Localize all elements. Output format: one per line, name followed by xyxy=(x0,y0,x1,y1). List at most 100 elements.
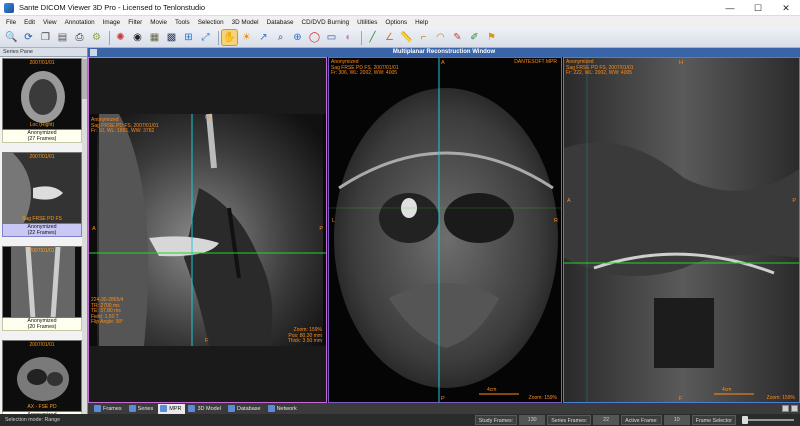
mpr-title: Multiplanar Reconstruction Window xyxy=(392,49,496,55)
series-preview xyxy=(3,153,81,223)
menu-bar: File Edit View Annotation Image Filter Movie To… xyxy=(0,16,800,28)
menu-edit[interactable]: Edit xyxy=(24,19,35,26)
tab-database[interactable]: Database xyxy=(226,404,265,414)
menu-database[interactable]: Database xyxy=(267,19,294,26)
roi-tool-button[interactable]: ◯ xyxy=(307,30,322,45)
ruler-tool-button[interactable]: 📏 xyxy=(399,30,414,45)
viewport-coronal-overlay: Anonymized Sag FRSE PD FS, 2007/01/01 Fr: … xyxy=(566,59,634,77)
mpr-window: Multiplanar Reconstruction Window Anonym… xyxy=(88,48,800,414)
stamp-tool-button[interactable]: ⚑ xyxy=(484,30,499,45)
protractor-tool-button[interactable]: ◠ xyxy=(433,30,448,45)
tab-label: Network xyxy=(276,405,297,412)
layout-tool-button[interactable]: ⊞ xyxy=(181,30,196,45)
minimize-button[interactable]: — xyxy=(716,0,744,16)
menu-view[interactable]: View xyxy=(43,19,57,26)
selection-mode: Selection mode: Range xyxy=(5,417,61,423)
tab-network[interactable]: Network xyxy=(266,404,301,414)
menu-movie[interactable]: Movie xyxy=(150,19,167,26)
series-thumbnail[interactable]: 2007/01/01AX - FSE PDAnonymized(24 Frame… xyxy=(2,340,82,425)
menu-help[interactable]: Help xyxy=(415,19,428,26)
menu-tools[interactable]: Tools xyxy=(175,19,190,26)
hand-tool-button[interactable]: ✋ xyxy=(221,29,238,46)
layout-icon: ⊞ xyxy=(184,31,193,43)
annotation-tool-button[interactable]: ✐ xyxy=(467,30,482,45)
series-date: 2007/01/01 xyxy=(29,248,55,254)
zoom-tool-button[interactable]: ⊕ xyxy=(290,30,305,45)
series-preview xyxy=(21,71,65,123)
scrollbar-thumb[interactable] xyxy=(82,59,87,99)
menu-annotation[interactable]: Annotation xyxy=(65,19,95,26)
fit-icon: ⤢ xyxy=(201,31,210,43)
color-tool-button[interactable]: ◐ xyxy=(341,30,356,45)
tab-series[interactable]: Series xyxy=(127,404,158,414)
fit-tool-button[interactable]: ⤢ xyxy=(198,30,213,45)
orientation-left: A xyxy=(92,226,96,232)
database-icon xyxy=(228,405,236,412)
frame-selector-slider[interactable] xyxy=(742,416,794,424)
zoom-in-tool-button[interactable]: 🔍 xyxy=(4,30,19,45)
angle-tool-button[interactable]: ∠ xyxy=(382,30,397,45)
layout-single-icon[interactable] xyxy=(782,405,789,412)
menu-3d-model[interactable]: 3D Model xyxy=(232,19,259,26)
probe-tool-button[interactable]: ✎ xyxy=(450,30,465,45)
line-tool-button[interactable]: ╱ xyxy=(365,30,380,45)
3d-model-icon xyxy=(188,405,196,412)
close-button[interactable]: ✕ xyxy=(772,0,800,16)
rectangle-tool-button[interactable]: ▭ xyxy=(324,30,339,45)
viewport-axial-overlay: Anonymized Sag FRSE PD FS, 2007/01/01 Fr: … xyxy=(331,59,399,77)
maximize-button[interactable]: ☐ xyxy=(744,0,772,16)
grid-tool-button[interactable]: ▩ xyxy=(164,30,179,45)
viewport-coronal[interactable]: Anonymized Sag FRSE PD FS, 2007/01/01 Fr: … xyxy=(563,57,800,403)
orientation-right: R xyxy=(554,218,558,224)
settings-icon: ⚙ xyxy=(92,31,101,43)
pin-icon[interactable] xyxy=(90,49,97,56)
brightness-tool-button[interactable]: ☀ xyxy=(239,30,254,45)
toolbar-separator xyxy=(109,30,110,45)
slider-thumb[interactable] xyxy=(742,416,748,424)
status-bar: Selection mode: Range Study Frames: 130 Se… xyxy=(0,414,800,426)
rotate-tool-button[interactable]: ⟳ xyxy=(21,30,36,45)
viewport-axial-scale: 4cm xyxy=(487,387,497,393)
brain-icon: ✺ xyxy=(116,31,125,43)
annotation-icon: ✐ xyxy=(470,31,479,43)
menu-cd-dvd-burning[interactable]: CD/DVD Burning xyxy=(302,19,350,26)
menu-file[interactable]: File xyxy=(6,19,16,26)
layout-split-icon[interactable] xyxy=(791,405,798,412)
menu-image[interactable]: Image xyxy=(103,19,121,26)
print-tool-button[interactable]: ⎙ xyxy=(72,30,87,45)
menu-utilities[interactable]: Utilities xyxy=(357,19,377,26)
copy-tool-button[interactable]: ❐ xyxy=(38,30,53,45)
menu-options[interactable]: Options xyxy=(385,19,407,26)
magnify-tool-button[interactable]: ⌕ xyxy=(273,30,288,45)
series-frames: (22 Frames) xyxy=(27,230,57,237)
menu-filter[interactable]: Filter xyxy=(128,19,142,26)
cobb-tool-button[interactable]: ⌐ xyxy=(416,30,431,45)
roi-icon: ◯ xyxy=(308,31,321,43)
series-caption: Anonymized (22 Frames) xyxy=(2,224,82,237)
cine-tool-button[interactable]: ▦ xyxy=(147,30,162,45)
magnify-icon: ⌕ xyxy=(277,31,284,43)
series-pane-scrollbar[interactable] xyxy=(82,57,87,414)
eye-tool-button[interactable]: ◉ xyxy=(130,30,145,45)
series-thumbnail[interactable]: 2007/01/01 Loc (Right) Anonymized (27 Frame… xyxy=(2,58,82,143)
frame-selector-label: Frame Selector xyxy=(691,415,736,425)
series-thumbnail[interactable]: 2007/01/01 Anonymized (20 Frames) xyxy=(2,246,82,331)
hand-icon: ✋ xyxy=(223,31,236,43)
series-preview xyxy=(11,247,75,317)
viewport-sagittal-zoom: Zoom: 159% Pos: 80.30 mm Thick: 3.50 mm xyxy=(288,327,322,345)
grid-icon: ▩ xyxy=(166,31,177,43)
series-description: AX - FSE PD xyxy=(27,404,57,410)
menu-selection[interactable]: Selection xyxy=(198,19,224,26)
tab-3d-model[interactable]: 3D Model xyxy=(186,404,225,414)
document-tool-button[interactable]: ▤ xyxy=(55,30,70,45)
tab-mpr[interactable]: MPR xyxy=(158,403,186,414)
toolbar: 🔍 ⟳ ❐ ▤ ⎙ ⚙ ✺ ◉ ▦ ▩ ⊞ ⤢ ✋ ☀ ↗ ⌕ ⊕ ◯ ▭ ◐ ╱ ∠ 📏 ⌐ ◠ ✎ ✐ ⚑ xyxy=(0,28,800,48)
brain-tool-button[interactable]: ✺ xyxy=(113,30,128,45)
viewport-axial[interactable]: Anonymized Sag FRSE PD FS, 2007/01/01 Fr: … xyxy=(328,57,562,403)
tab-label: 3D Model xyxy=(197,405,222,412)
viewport-sagittal[interactable]: Anonymized Sag FRSE PD FS, 2007/01/01 Fr: … xyxy=(88,57,327,403)
settings-tool-button[interactable]: ⚙ xyxy=(89,30,104,45)
tab-frames[interactable]: Frames xyxy=(92,404,126,414)
arrow-tool-button[interactable]: ↗ xyxy=(256,30,271,45)
series-thumbnail[interactable]: 2007/01/01 Sag FRSE PD FS Anonymized (22 Fr… xyxy=(2,152,82,237)
